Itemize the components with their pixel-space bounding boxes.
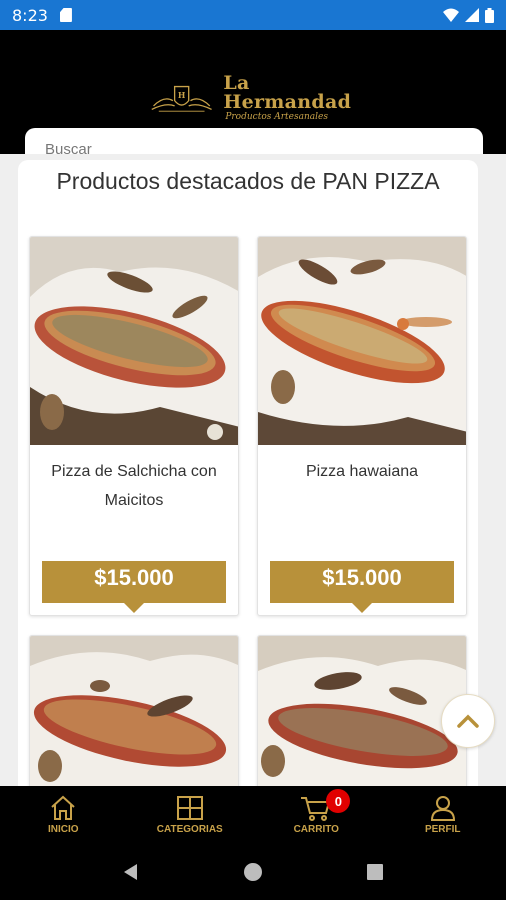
- nav-item-inicio[interactable]: INICIO: [0, 786, 127, 844]
- nav-item-carrito[interactable]: CARRITO 0: [253, 786, 380, 844]
- price-tag: $15.000: [270, 561, 454, 613]
- grid-icon: [176, 796, 203, 820]
- brand-logo[interactable]: H La Hermandad Productos Artesanales: [150, 74, 365, 122]
- cart-count-badge: 0: [326, 789, 351, 813]
- bottom-nav: INICIO CATEGORIAS CARRITO 0 PERFIL: [0, 786, 506, 844]
- nav-label: PERFIL: [424, 824, 461, 835]
- product-image: [258, 636, 466, 786]
- nav-label: CATEGORIAS: [156, 824, 223, 835]
- sd-card-icon: [59, 8, 72, 22]
- status-time: 8:23: [12, 5, 48, 25]
- brand-name: La Hermandad: [223, 72, 352, 113]
- product-card[interactable]: Pizza de Salchicha con Maicitos $15.000: [29, 236, 239, 616]
- featured-panel: Productos destacados de PAN PIZZA Pizza …: [18, 160, 478, 786]
- home-icon: [51, 795, 75, 820]
- product-card[interactable]: [257, 635, 467, 786]
- product-image: [30, 237, 238, 445]
- crest-icon: H: [151, 85, 212, 112]
- main-content[interactable]: Productos destacados de PAN PIZZA Pizza …: [0, 154, 506, 786]
- nav-label: INICIO: [47, 824, 79, 835]
- nav-label: CARRITO: [293, 824, 339, 835]
- section-title: Productos destacados de PAN PIZZA: [56, 168, 440, 194]
- product-price: $15.000: [322, 565, 402, 590]
- status-bar: 8:23: [0, 0, 506, 30]
- brand-tagline: Productos Artesanales: [225, 112, 328, 122]
- product-name: Pizza hawaiana: [305, 463, 419, 480]
- chevron-up-icon: [457, 714, 479, 728]
- nav-item-perfil[interactable]: PERFIL: [380, 786, 506, 844]
- nav-item-categorias[interactable]: CATEGORIAS: [127, 786, 254, 844]
- battery-icon: [485, 7, 494, 23]
- product-image: [258, 237, 466, 445]
- app-header: H La Hermandad Productos Artesanales Bus…: [0, 30, 506, 170]
- product-price: $15.000: [94, 565, 174, 590]
- wifi-icon: [443, 8, 459, 22]
- product-card[interactable]: [29, 635, 239, 786]
- recents-icon[interactable]: [365, 862, 385, 882]
- price-tag: $15.000: [42, 561, 226, 613]
- product-card[interactable]: Pizza hawaiana $15.000: [257, 236, 467, 616]
- product-name: Pizza de Salchicha con Maicitos: [51, 463, 217, 509]
- signal-icon: [465, 8, 479, 22]
- scroll-top-button[interactable]: [441, 694, 495, 748]
- product-image: [30, 636, 238, 786]
- home-circle-icon[interactable]: [243, 862, 263, 882]
- back-icon[interactable]: [121, 862, 141, 882]
- svg-text:H: H: [178, 91, 186, 100]
- system-nav-bar: [0, 844, 506, 900]
- user-icon: [430, 796, 455, 821]
